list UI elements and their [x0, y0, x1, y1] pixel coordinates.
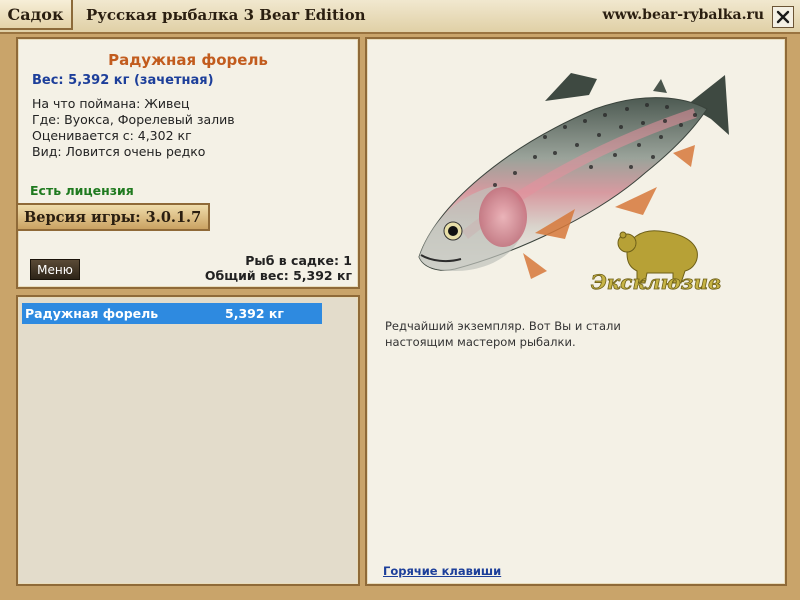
list-item[interactable]: Радужная форель 5,392 кг	[22, 303, 322, 324]
fish-name: Радужная форель	[108, 51, 268, 69]
keepnet-stats: Рыб в садке: 1 Общий вес: 5,392 кг	[205, 253, 352, 283]
fish-detail-panel: Эксклюзив Редчайший экземпляр. Вот Вы и …	[365, 37, 787, 586]
fish-description: Редчайший экземпляр. Вот Вы и стали наст…	[385, 319, 621, 349]
fish-weight: Вес: 5,392 кг (зачетная)	[32, 73, 214, 88]
app-title: Русская рыбалка 3 Bear Edition	[86, 6, 366, 24]
rarity-line: Вид: Ловится очень редко	[32, 144, 206, 159]
fish-count: Рыб в садке: 1	[245, 253, 352, 268]
location-line: Где: Вуокса, Форелевый залив	[32, 112, 235, 127]
close-icon	[776, 10, 790, 24]
badge-text: Эксклюзив	[591, 270, 721, 294]
close-button[interactable]	[772, 6, 794, 28]
hotkeys-link[interactable]: Горячие клавиши	[383, 564, 501, 578]
menu-button[interactable]: Меню	[30, 259, 80, 280]
list-item-name: Радужная форель	[25, 306, 159, 321]
bait-line: На что поймана: Живец	[32, 96, 190, 111]
site-link[interactable]: www.bear-rybalka.ru	[603, 7, 764, 23]
tab-sadok[interactable]: Садок	[0, 0, 73, 30]
license-status: Есть лицензия	[30, 183, 134, 198]
exclusive-badge: Эксклюзив	[590, 230, 722, 294]
fish-details: На что поймана: Живец Где: Вуокса, Форел…	[32, 96, 235, 160]
valued-from-line: Оценивается с: 4,302 кг	[32, 128, 192, 143]
top-bar: Садок Русская рыбалка 3 Bear Edition www…	[0, 0, 800, 34]
total-weight: Общий вес: 5,392 кг	[204, 268, 352, 283]
catch-list-panel: Радужная форель 5,392 кг	[16, 295, 360, 586]
list-item-weight: 5,392 кг	[225, 306, 284, 321]
version-badge: Версия игры: 3.0.1.7	[16, 203, 210, 231]
fish-info-panel: Радужная форель Вес: 5,392 кг (зачетная)…	[16, 37, 360, 289]
